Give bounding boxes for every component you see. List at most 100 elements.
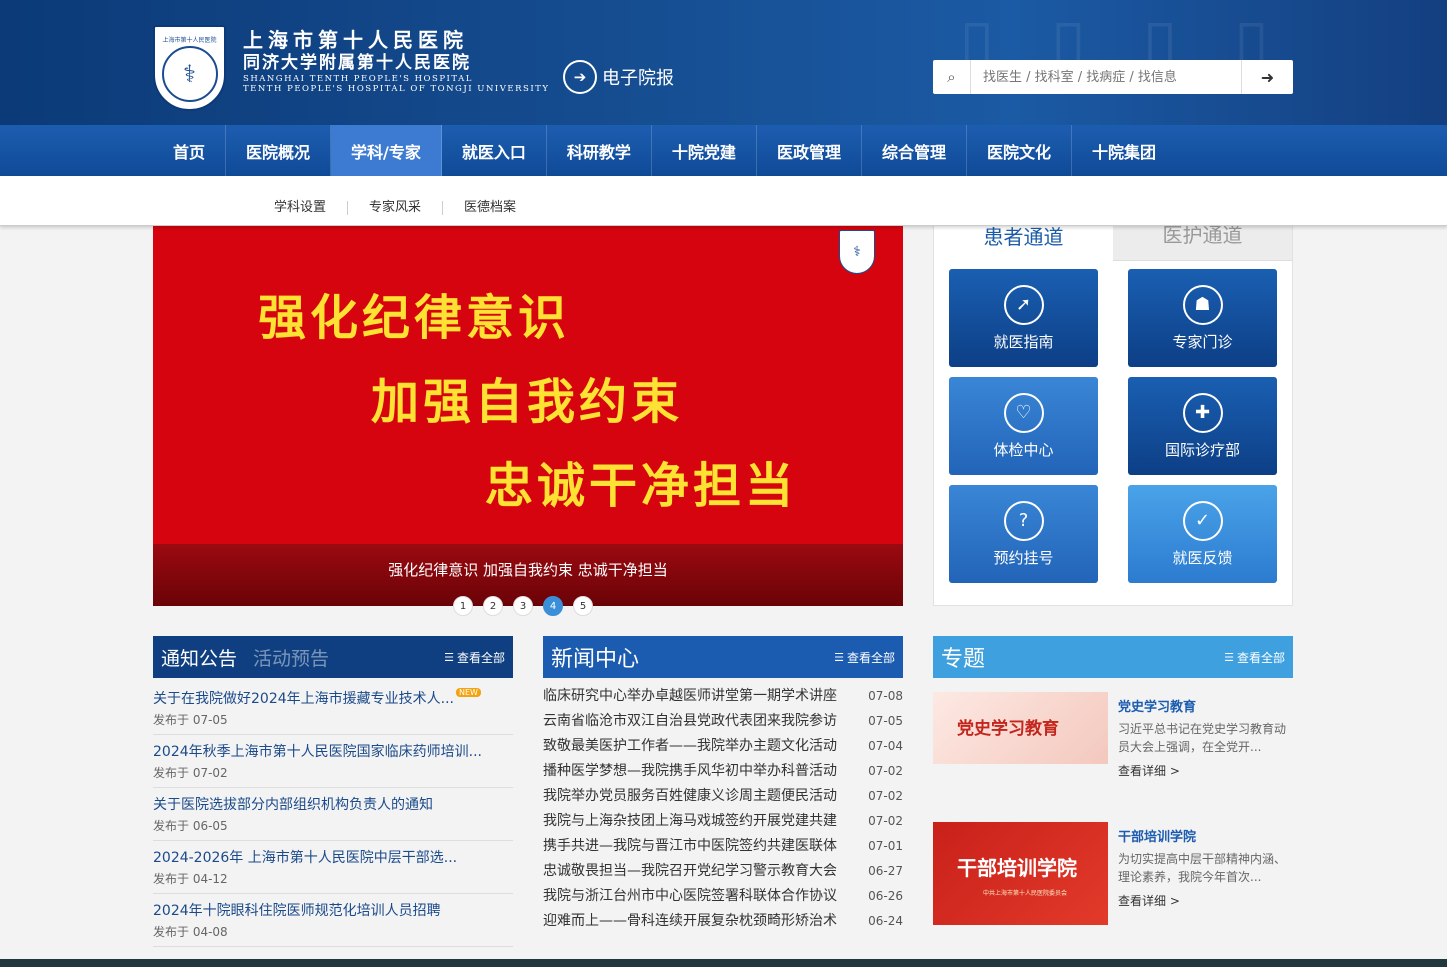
- topic-view-all-link[interactable]: ☰ 查看全部: [1224, 649, 1285, 666]
- tile-label: 就医指南: [993, 332, 1054, 351]
- news-title: 新闻中心: [551, 647, 640, 672]
- notice-view-all-link[interactable]: ☰ 查看全部: [444, 649, 505, 666]
- service-tile-grid: ➚ 就医指南 ☗ 专家门诊 ♡ 体检中心 ✚ 国际诊疗部 ? 预约挂号 ✓ 就医…: [949, 269, 1277, 583]
- news-date: 07-08: [868, 689, 903, 703]
- notice-date: 发布于 04-08: [153, 925, 228, 939]
- tile-visit-guide[interactable]: ➚ 就医指南: [949, 269, 1098, 367]
- tile-label: 国际诊疗部: [1164, 440, 1240, 459]
- banner-dot[interactable]: 1: [453, 596, 473, 616]
- thumbs-up-icon: ✓: [1182, 500, 1223, 541]
- banner-dot[interactable]: 2: [483, 596, 503, 616]
- nav-item-general-admin[interactable]: 综合管理: [862, 125, 967, 176]
- topic-heading[interactable]: 干部培训学院: [1118, 826, 1293, 845]
- nav-item-research-teaching[interactable]: 科研教学: [547, 125, 652, 176]
- notice-date: 发布于 07-02: [153, 766, 228, 780]
- news-title-link[interactable]: 我院与上海杂技团上海马戏城签约开展党建共建: [543, 809, 863, 834]
- nav-item-visit-entry[interactable]: 就医入口: [442, 125, 547, 176]
- news-date: 07-04: [868, 739, 903, 753]
- topic-image[interactable]: 党史学习教育: [933, 692, 1108, 764]
- news-title-link[interactable]: 云南省临沧市双江自治县党政代表团来我院参访: [543, 709, 863, 734]
- hospital-name-en2: TENTH PEOPLE'S HOSPITAL OF TONGJI UNIVER…: [243, 84, 550, 94]
- nav-item-party-building[interactable]: 十院党建: [652, 125, 757, 176]
- tile-international-dept[interactable]: ✚ 国际诊疗部: [1128, 377, 1277, 475]
- topic-more-link[interactable]: 查看详细 >: [1118, 762, 1293, 779]
- subnav-item-ethics-archive[interactable]: 医德档案: [443, 200, 537, 215]
- hospital-name[interactable]: 上海市第十人民医院 同济大学附属第十人民医院 SHANGHAI TENTH PE…: [243, 28, 549, 94]
- banner-dot[interactable]: 3: [513, 596, 533, 616]
- question-search-icon: ?: [1003, 500, 1044, 541]
- banner-dot-active[interactable]: 4: [543, 596, 563, 616]
- topic-heading[interactable]: 党史学习教育: [1118, 696, 1293, 715]
- tile-feedback[interactable]: ✓ 就医反馈: [1128, 485, 1277, 583]
- search-input[interactable]: [971, 60, 1241, 94]
- news-title-link[interactable]: 我院举办党员服务百姓健康义诊周主题便民活动: [543, 784, 863, 809]
- hospital-logo[interactable]: 上海市第十人民医院 ⚕: [153, 25, 226, 111]
- header-bar: ▯ ▯ ▯ ▯ 上海市第十人民医院 ⚕ 上海市第十人民医院 同济大学附属第十人民…: [0, 0, 1447, 125]
- list-item: 播种医学梦想—我院携手风华初中举办科普活动 07-02: [543, 759, 903, 784]
- list-item: 携手共进—我院与晋江市中医院签约共建医联体 07-01: [543, 834, 903, 859]
- view-all-label: 查看全部: [1236, 650, 1285, 665]
- tab-events[interactable]: 活动预告: [253, 644, 329, 671]
- list-icon: ☰: [834, 650, 844, 664]
- banner-slider[interactable]: ⚕ 强化纪律意识 加强自我约束 忠诚干净担当 强化纪律意识 加强自我约束 忠诚干…: [153, 206, 903, 606]
- banner-line-1: 强化纪律意识: [258, 290, 571, 346]
- news-list: 临床研究中心举办卓越医师讲堂第一期学术讲座 07-08 云南省临沧市双江自治县党政…: [543, 678, 903, 934]
- news-date: 07-01: [868, 839, 903, 853]
- news-title-link[interactable]: 临床研究中心举办卓越医师讲堂第一期学术讲座: [543, 684, 863, 709]
- list-item: 云南省临沧市双江自治县党政代表团来我院参访 07-05: [543, 709, 903, 734]
- doctor-icon: ☗: [1182, 284, 1223, 325]
- nav-item-disciplines[interactable]: 学科/专家: [331, 125, 442, 176]
- topic-desc: 为切实提高中层干部精神内涵、理论素养，我院今年首次...: [1118, 852, 1287, 884]
- sign-in-arrow-icon: ➔: [563, 60, 597, 94]
- tile-appointment[interactable]: ? 预约挂号: [949, 485, 1098, 583]
- nav-item-overview[interactable]: 医院概况: [226, 125, 332, 176]
- nav-item-home[interactable]: 首页: [153, 125, 227, 176]
- banner-dot[interactable]: 5: [573, 596, 593, 616]
- nav-item-medical-admin[interactable]: 医政管理: [757, 125, 862, 176]
- tab-notices[interactable]: 通知公告: [161, 644, 237, 671]
- news-date: 06-26: [868, 889, 903, 903]
- topic-image-subtext: 中共上海市第十人民医院委员会: [983, 890, 1068, 897]
- notice-title[interactable]: 2024年十院眼科住院医师规范化培训人员招聘: [153, 900, 513, 920]
- subnav-item-experts[interactable]: 专家风采: [348, 200, 444, 215]
- topic-image-text: 干部培训学院: [957, 856, 1077, 880]
- new-badge: NEW: [455, 688, 481, 697]
- notice-title[interactable]: 2024年秋季上海市第十人民医院国家临床药师培训...: [153, 741, 513, 761]
- notice-title[interactable]: 关于在我院做好2024年上海市援藏专业技术人... NEW: [153, 688, 513, 708]
- banner-pagination: 1 2 3 4 5: [453, 596, 593, 616]
- tile-expert-clinic[interactable]: ☗ 专家门诊: [1128, 269, 1277, 367]
- list-item: 2024-2026年 上海市第十人民医院中层干部选... 发布于 04-12: [153, 841, 513, 894]
- topic-card: 党史学习教育 党史学习教育 习近平总书记在党史学习教育动员大会上强调，在全党开.…: [933, 692, 1293, 822]
- notice-title[interactable]: 2024-2026年 上海市第十人民医院中层干部选...: [153, 847, 513, 867]
- service-channel-panel: 患者通道 医护通道 ➚ 就医指南 ☗ 专家门诊 ♡ 体检中心 ✚ 国际诊疗部 ?…: [933, 206, 1293, 606]
- nav-item-group[interactable]: 十院集团: [1072, 125, 1176, 176]
- news-title-link[interactable]: 播种医学梦想—我院携手风华初中举办科普活动: [543, 759, 863, 784]
- tile-checkup-center[interactable]: ♡ 体检中心: [949, 377, 1098, 475]
- news-title-link[interactable]: 我院与浙江台州市中心医院签署科联体合作协议: [543, 884, 863, 909]
- news-title-link[interactable]: 携手共进—我院与晋江市中医院签约共建医联体: [543, 834, 863, 859]
- nav-item-culture[interactable]: 医院文化: [967, 125, 1072, 176]
- epaper-link[interactable]: ➔ 电子院报: [563, 60, 674, 94]
- news-title-link[interactable]: 忠诚敬畏担当—我院召开党纪学习警示教育大会: [543, 859, 863, 884]
- footer-bar: [0, 959, 1447, 967]
- search-box: ⌕ ➜: [933, 60, 1293, 94]
- topic-image[interactable]: 干部培训学院 中共上海市第十人民医院委员会: [933, 822, 1108, 925]
- notice-title[interactable]: 关于医院选拔部分内部组织机构负责人的通知: [153, 794, 513, 814]
- list-item: 临床研究中心举办卓越医师讲堂第一期学术讲座 07-08: [543, 684, 903, 709]
- topic-desc: 习近平总书记在党史学习教育动员大会上强调，在全党开...: [1118, 722, 1287, 754]
- topic-more-link[interactable]: 查看详细 >: [1118, 892, 1293, 909]
- subnav-item-discipline-setup[interactable]: 学科设置: [253, 200, 349, 215]
- list-item: 2024年秋季上海市第十人民医院国家临床药师培训... 发布于 07-02: [153, 735, 513, 788]
- news-title-link[interactable]: 致敬最美医护工作者——我院举办主题文化活动: [543, 734, 863, 759]
- news-view-all-link[interactable]: ☰ 查看全部: [834, 649, 895, 666]
- notice-header: 通知公告 活动预告 ☰ 查看全部: [153, 636, 513, 678]
- search-submit-arrow-icon[interactable]: ➜: [1241, 60, 1293, 94]
- news-title-link[interactable]: 迎难而上——骨科连续开展复杂枕颈畸形矫治术: [543, 909, 863, 934]
- banner-caption: 强化纪律意识 加强自我约束 忠诚干净担当: [388, 561, 668, 579]
- topic-card: 干部培训学院 中共上海市第十人民医院委员会 干部培训学院 为切实提高中层干部精神…: [933, 822, 1293, 952]
- news-date: 07-02: [868, 764, 903, 778]
- list-item: 迎难而上——骨科连续开展复杂枕颈畸形矫治术 06-24: [543, 909, 903, 934]
- search-icon[interactable]: ⌕: [933, 60, 971, 94]
- heart-plus-icon: ♡: [1003, 392, 1044, 433]
- view-all-label: 查看全部: [456, 650, 505, 665]
